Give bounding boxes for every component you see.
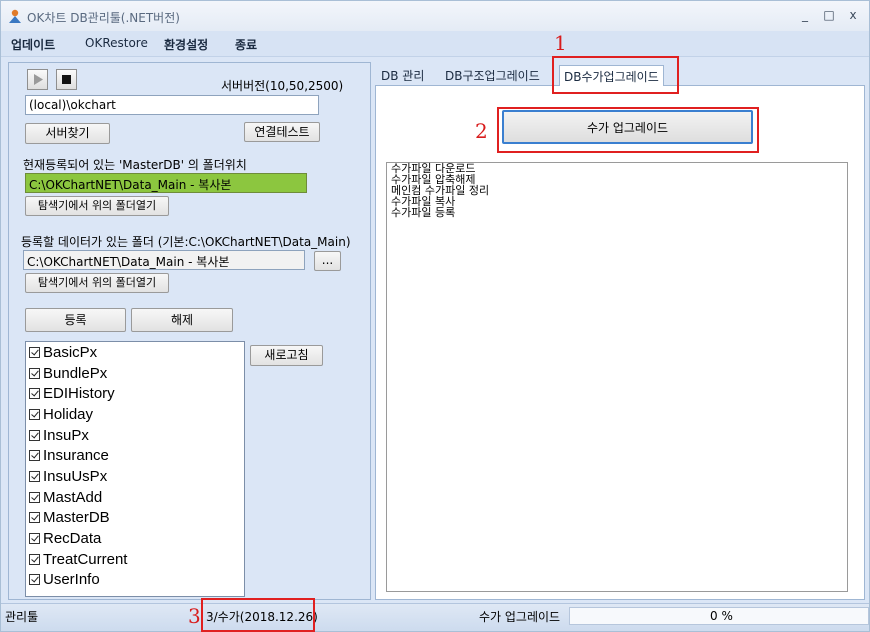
app-window: OK차트 DB관리툴(.NET버전) _ □ x 업데이트 OKRestore … — [0, 0, 870, 632]
open-explorer-button-2[interactable]: 탐색기에서 위의 폴더열기 — [25, 273, 169, 293]
checkbox-checked-icon[interactable] — [29, 388, 40, 400]
left-panel: 서버버전(10,50,2500) (local)\okchart 서버찾기 연결… — [8, 62, 371, 600]
checkbox-checked-icon[interactable] — [29, 470, 40, 482]
annotation-box-1 — [552, 56, 679, 94]
db-name: MasterDB — [43, 509, 110, 527]
progress-bar: 0 % — [569, 607, 869, 625]
db-name: EDIHistory — [43, 385, 115, 403]
db-name: Insurance — [43, 447, 109, 465]
checkbox-checked-icon[interactable] — [29, 553, 40, 565]
annotation-box-2 — [497, 107, 759, 153]
db-name: RecData — [43, 530, 102, 548]
db-name: UserInfo — [43, 571, 100, 589]
menu-settings[interactable]: 환경설정 — [164, 36, 208, 53]
server-version-label: 서버버전(10,50,2500) — [221, 79, 344, 93]
data-path-input[interactable]: C:\OKChartNET\Data_Main - 복사본 — [23, 250, 305, 270]
tab-content: 수가 업그레이드 수가파일 다운로드 수가파일 압축해제 메인컴 수가파일 정리… — [375, 86, 865, 600]
tab-db-manage[interactable]: DB 관리 — [377, 65, 428, 86]
database-checklist[interactable]: BasicPx BundlePx EDIHistory Holiday Insu… — [25, 341, 245, 597]
checkbox-checked-icon[interactable] — [29, 512, 40, 524]
app-logo-icon — [9, 9, 21, 23]
list-item[interactable]: Holiday — [26, 404, 244, 425]
minimize-button[interactable]: _ — [795, 5, 815, 25]
list-item[interactable]: RecData — [26, 528, 244, 549]
checkbox-checked-icon[interactable] — [29, 491, 40, 503]
play-icon — [34, 74, 43, 85]
list-item[interactable]: BundlePx — [26, 363, 244, 384]
maximize-button[interactable]: □ — [819, 5, 839, 25]
close-button[interactable]: x — [843, 5, 863, 25]
db-name: InsuPx — [43, 426, 89, 444]
annotation-box-3 — [201, 598, 315, 632]
list-item[interactable]: TreatCurrent — [26, 549, 244, 570]
db-name: Holiday — [43, 405, 94, 423]
play-button[interactable] — [27, 69, 48, 90]
checkbox-checked-icon[interactable] — [29, 408, 40, 420]
unregister-button[interactable]: 해제 — [131, 308, 233, 332]
browse-button[interactable]: ... — [314, 251, 341, 271]
db-name: MastAdd — [43, 488, 103, 506]
db-name: TreatCurrent — [43, 550, 128, 568]
checkbox-checked-icon[interactable] — [29, 346, 40, 358]
tab-db-structure-upgrade[interactable]: DB구조업그레이드 — [441, 65, 544, 86]
stop-icon — [62, 75, 71, 84]
menu-update[interactable]: 업데이트 — [11, 36, 55, 53]
master-db-label: 현재등록되어 있는 'MasterDB' 의 폴더위치 — [23, 158, 247, 172]
db-name: BundlePx — [43, 364, 108, 382]
list-item[interactable]: Insurance — [26, 445, 244, 466]
annotation-1: 1 — [554, 31, 567, 55]
checkbox-checked-icon[interactable] — [29, 450, 40, 462]
stop-button[interactable] — [56, 69, 77, 90]
status-app-label: 관리툴 — [5, 610, 39, 624]
db-name: InsuUsPx — [43, 467, 108, 485]
list-item[interactable]: MasterDB — [26, 508, 244, 529]
data-folder-label: 등록할 데이터가 있는 폴더 (기본:C:\OKChartNET\Data_Ma… — [21, 235, 351, 249]
annotation-3: 3 — [188, 604, 201, 628]
db-name: BasicPx — [43, 343, 98, 361]
master-path-field: C:\OKChartNET\Data_Main - 복사본 — [25, 173, 307, 193]
list-item[interactable]: EDIHistory — [26, 383, 244, 404]
list-item[interactable]: MastAdd — [26, 487, 244, 508]
find-server-button[interactable]: 서버찾기 — [25, 123, 110, 144]
server-input[interactable]: (local)\okchart — [25, 95, 319, 115]
checkbox-checked-icon[interactable] — [29, 533, 40, 545]
checkbox-checked-icon[interactable] — [29, 574, 40, 586]
status-task: 수가 업그레이드 — [479, 610, 561, 624]
log-line: 메인컴 수가파일 정리 — [391, 184, 490, 197]
menu-exit[interactable]: 종료 — [235, 36, 257, 53]
refresh-button[interactable]: 새로고침 — [250, 345, 323, 366]
window-title: OK차트 DB관리툴(.NET버전) — [27, 11, 180, 25]
menu-okrestore[interactable]: OKRestore — [85, 36, 148, 50]
progress-text: 0 % — [710, 609, 733, 623]
log-line: 수가파일 등록 — [391, 206, 456, 219]
list-item[interactable]: BasicPx — [26, 342, 244, 363]
status-bar: 관리툴 3/수가(2018.12.26) 수가 업그레이드 0 % — [1, 603, 869, 631]
list-item[interactable]: InsuUsPx — [26, 466, 244, 487]
open-explorer-button-1[interactable]: 탐색기에서 위의 폴더열기 — [25, 196, 169, 216]
list-item[interactable]: InsuPx — [26, 425, 244, 446]
title-bar: OK차트 DB관리툴(.NET버전) _ □ x — [1, 1, 869, 31]
list-item[interactable]: UserInfo — [26, 570, 244, 591]
checkbox-checked-icon[interactable] — [29, 367, 40, 379]
menu-bar: 업데이트 OKRestore 환경설정 종료 — [1, 31, 869, 57]
log-output: 수가파일 다운로드 수가파일 압축해제 메인컴 수가파일 정리 수가파일 복사 … — [386, 162, 848, 592]
log-line: 수가파일 복사 — [391, 195, 456, 208]
connect-test-button[interactable]: 연결테스트 — [244, 122, 320, 142]
register-button[interactable]: 등록 — [25, 308, 126, 332]
checkbox-checked-icon[interactable] — [29, 429, 40, 441]
annotation-2: 2 — [475, 119, 488, 143]
